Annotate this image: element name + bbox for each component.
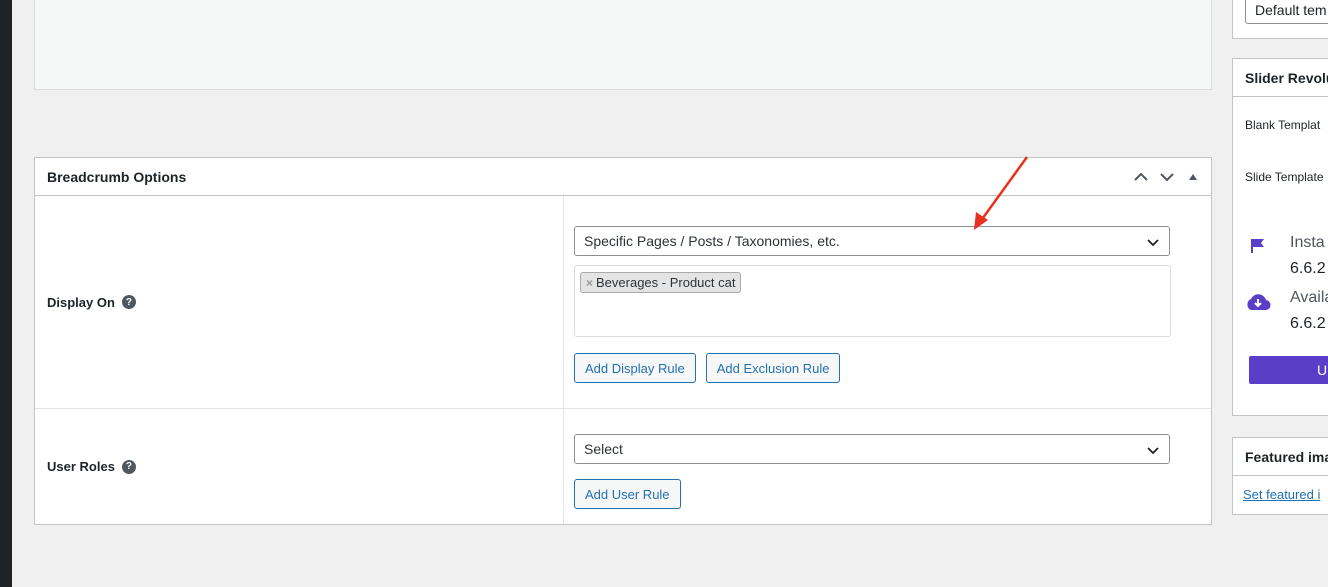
featured-box-title: Featured ima (1245, 449, 1328, 465)
selected-term-label: Beverages - Product cat (596, 275, 736, 290)
display-on-select-value: Specific Pages / Posts / Taxonomies, etc… (584, 233, 840, 249)
handle-actions (1133, 158, 1201, 196)
remove-tag-icon[interactable]: × (586, 276, 593, 290)
featured-box-header: Featured ima (1233, 438, 1328, 476)
add-exclusion-rule-button[interactable]: Add Exclusion Rule (705, 353, 841, 383)
selected-term-tag: × Beverages - Product cat (580, 272, 742, 293)
help-icon[interactable]: ? (121, 295, 136, 309)
page-attributes-box: Default tem (1232, 0, 1328, 39)
user-roles-label: User Roles ? (35, 409, 564, 524)
help-icon[interactable]: ? (121, 459, 136, 474)
update-button-label: Ur (1317, 362, 1328, 378)
cloud-download-icon (1245, 292, 1271, 317)
postbox-title: Breadcrumb Options (47, 168, 187, 185)
set-featured-image-link[interactable]: Set featured i (1233, 476, 1328, 513)
display-on-label-text: Display On (47, 294, 115, 310)
user-roles-content: Select Add User Rule (564, 409, 1211, 524)
available-label: Availa (1290, 289, 1328, 306)
chevron-up-icon[interactable] (1133, 169, 1149, 185)
annotation-arrow (974, 156, 1029, 230)
featured-image-box: Featured ima Set featured i (1232, 437, 1328, 515)
editor-area-bottom (34, 0, 1212, 90)
triangle-up-icon[interactable] (1185, 169, 1201, 185)
template-select-value: Default tem (1255, 2, 1327, 18)
slider-box-header: Slider Revolu (1233, 59, 1328, 97)
update-button[interactable]: Ur (1249, 356, 1328, 384)
installed-label: Insta (1290, 234, 1325, 251)
add-display-rule-button[interactable]: Add Display Rule (574, 353, 696, 383)
chevron-down-icon (1147, 443, 1159, 459)
user-roles-label-text: User Roles (47, 459, 115, 474)
slider-box-title: Slider Revolu (1245, 70, 1328, 86)
blank-template-label: Blank Templat (1245, 118, 1321, 132)
display-on-content: Specific Pages / Posts / Taxonomies, etc… (564, 196, 1211, 408)
template-select[interactable]: Default tem (1245, 0, 1328, 24)
chevron-down-icon (1147, 235, 1159, 251)
slide-template-label: Slide Template (1245, 170, 1324, 184)
installed-version: 6.6.2 (1290, 260, 1326, 277)
user-roles-row: User Roles ? Select Add User Rule (35, 409, 1211, 524)
display-on-label: Display On ? (35, 196, 564, 408)
slider-revolution-box: Slider Revolu Blank Templat Slide Templa… (1232, 58, 1328, 416)
add-user-rule-button[interactable]: Add User Rule (574, 479, 681, 509)
available-version: 6.6.2 (1290, 315, 1326, 332)
user-rule-buttons: Add User Rule (574, 479, 1171, 509)
flag-icon (1250, 238, 1266, 259)
display-rule-buttons: Add Display Rule Add Exclusion Rule (574, 353, 1171, 383)
admin-menu-edge (0, 0, 12, 587)
user-roles-select-value: Select (584, 441, 623, 457)
chevron-down-icon[interactable] (1159, 169, 1175, 185)
selected-terms-box[interactable]: × Beverages - Product cat (574, 265, 1171, 337)
user-roles-select[interactable]: Select (574, 434, 1170, 464)
display-on-select[interactable]: Specific Pages / Posts / Taxonomies, etc… (574, 226, 1170, 256)
